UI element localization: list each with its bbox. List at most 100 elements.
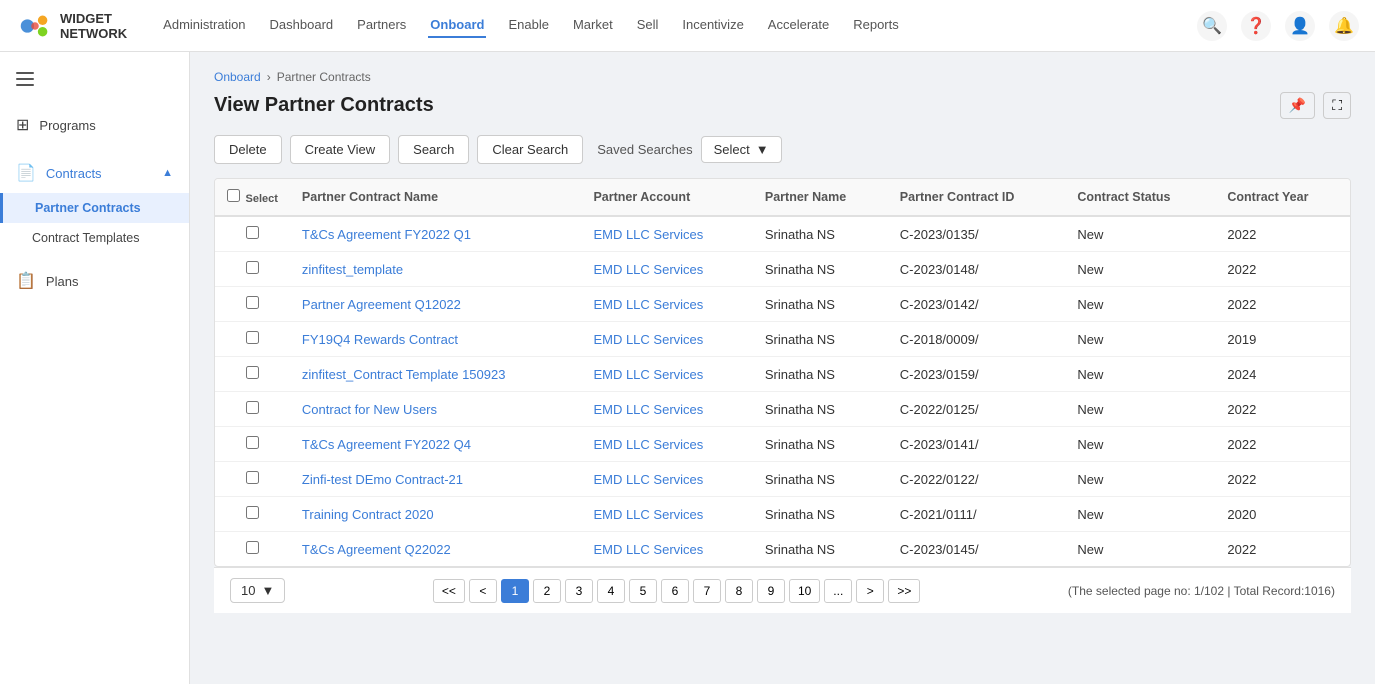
breadcrumb-separator: ›	[267, 70, 271, 84]
contract-name-link[interactable]: Contract for New Users	[302, 402, 437, 417]
search-button[interactable]: Search	[398, 135, 469, 164]
row-contract-status: New	[1065, 357, 1215, 392]
contract-name-link[interactable]: zinfitest_template	[302, 262, 403, 277]
contract-name-link[interactable]: zinfitest_Contract Template 150923	[302, 367, 506, 382]
row-checkbox-cell[interactable]	[215, 287, 290, 322]
table-row: Zinfi-test DEmo Contract-21 EMD LLC Serv…	[215, 462, 1350, 497]
page-next-button[interactable]: >	[856, 579, 884, 603]
sidebar-contract-templates-label: Contract Templates	[32, 231, 139, 245]
row-checkbox-8[interactable]	[246, 506, 259, 519]
row-checkbox-cell[interactable]	[215, 392, 290, 427]
partner-account-link[interactable]: EMD LLC Services	[593, 262, 703, 277]
row-checkbox-cell[interactable]	[215, 462, 290, 497]
pin-icon-button[interactable]: 📌	[1280, 92, 1315, 119]
contract-name-link[interactable]: Partner Agreement Q12022	[302, 297, 461, 312]
partner-account-link[interactable]: EMD LLC Services	[593, 297, 703, 312]
partner-account-link[interactable]: EMD LLC Services	[593, 542, 703, 557]
header-contract-status: Contract Status	[1065, 179, 1215, 216]
user-icon-button[interactable]: 👤	[1285, 11, 1315, 41]
row-checkbox-cell[interactable]	[215, 532, 290, 567]
page-5-button[interactable]: 5	[629, 579, 657, 603]
page-prev-button[interactable]: <	[469, 579, 497, 603]
row-contract-status: New	[1065, 392, 1215, 427]
partner-account-link[interactable]: EMD LLC Services	[593, 367, 703, 382]
page-6-button[interactable]: 6	[661, 579, 689, 603]
contract-name-link[interactable]: Training Contract 2020	[302, 507, 434, 522]
nav-reports[interactable]: Reports	[851, 13, 901, 38]
nav-incentivize[interactable]: Incentivize	[680, 13, 745, 38]
contract-name-link[interactable]: T&Cs Agreement FY2022 Q1	[302, 227, 471, 242]
page-8-button[interactable]: 8	[725, 579, 753, 603]
per-page-select[interactable]: 10 ▼	[230, 578, 285, 603]
select-all-header[interactable]: Select	[215, 179, 290, 216]
row-checkbox-cell[interactable]	[215, 322, 290, 357]
row-checkbox-cell[interactable]	[215, 252, 290, 287]
contract-name-link[interactable]: Zinfi-test DEmo Contract-21	[302, 472, 463, 487]
chevron-up-icon: ▲	[162, 167, 173, 179]
row-checkbox-5[interactable]	[246, 401, 259, 414]
nav-market[interactable]: Market	[571, 13, 615, 38]
row-checkbox-3[interactable]	[246, 331, 259, 344]
row-checkbox-6[interactable]	[246, 436, 259, 449]
notification-icon-button[interactable]: 🔔	[1329, 11, 1359, 41]
contract-name-link[interactable]: T&Cs Agreement Q22022	[302, 542, 451, 557]
select-header-label: Select	[245, 193, 277, 205]
page-1-button[interactable]: 1	[501, 579, 529, 603]
page-last-button[interactable]: >>	[888, 579, 920, 603]
partner-account-link[interactable]: EMD LLC Services	[593, 507, 703, 522]
delete-button[interactable]: Delete	[214, 135, 282, 164]
nav-onboard[interactable]: Onboard	[428, 13, 486, 38]
create-view-button[interactable]: Create View	[290, 135, 391, 164]
nav-partners[interactable]: Partners	[355, 13, 408, 38]
nav-administration[interactable]: Administration	[161, 13, 247, 38]
page-7-button[interactable]: 7	[693, 579, 721, 603]
row-checkbox-2[interactable]	[246, 296, 259, 309]
page-2-button[interactable]: 2	[533, 579, 561, 603]
row-checkbox-cell[interactable]	[215, 357, 290, 392]
sidebar-item-contracts[interactable]: 📄 Contracts ▲	[0, 153, 189, 193]
help-icon-button[interactable]: ❓	[1241, 11, 1271, 41]
row-checkbox-0[interactable]	[246, 226, 259, 239]
row-checkbox-cell[interactable]	[215, 497, 290, 532]
row-checkbox-9[interactable]	[246, 541, 259, 554]
sidebar-item-plans[interactable]: 📋 Plans	[0, 261, 189, 301]
row-contract-status: New	[1065, 427, 1215, 462]
sidebar-item-contract-templates[interactable]: Contract Templates	[0, 223, 189, 253]
row-checkbox-cell[interactable]	[215, 216, 290, 252]
nav-sell[interactable]: Sell	[635, 13, 661, 38]
sidebar-toggle[interactable]	[0, 64, 189, 97]
nav-accelerate[interactable]: Accelerate	[766, 13, 831, 38]
row-contract-year: 2022	[1215, 427, 1350, 462]
sidebar-item-programs[interactable]: ⊞ Programs	[0, 105, 189, 145]
contract-name-link[interactable]: T&Cs Agreement FY2022 Q4	[302, 437, 471, 452]
expand-icon-button[interactable]: ⛶	[1323, 92, 1351, 119]
sidebar-item-partner-contracts[interactable]: Partner Contracts	[0, 193, 189, 223]
page-10-button[interactable]: 10	[789, 579, 820, 603]
row-checkbox-1[interactable]	[246, 261, 259, 274]
nav-icon-group: 🔍 ❓ 👤 🔔	[1197, 11, 1359, 41]
row-checkbox-cell[interactable]	[215, 427, 290, 462]
breadcrumb-onboard[interactable]: Onboard	[214, 70, 261, 84]
clear-search-button[interactable]: Clear Search	[477, 135, 583, 164]
page-first-button[interactable]: <<	[433, 579, 465, 603]
logo[interactable]: WIDGETNETWORK	[16, 7, 127, 45]
select-all-checkbox[interactable]	[227, 189, 240, 202]
nav-dashboard[interactable]: Dashboard	[268, 13, 336, 38]
partner-account-link[interactable]: EMD LLC Services	[593, 227, 703, 242]
row-partner-name: Srinatha NS	[753, 532, 888, 567]
partner-account-link[interactable]: EMD LLC Services	[593, 472, 703, 487]
row-checkbox-4[interactable]	[246, 366, 259, 379]
row-checkbox-7[interactable]	[246, 471, 259, 484]
select-dropdown[interactable]: Select ▼	[701, 136, 782, 163]
search-icon-button[interactable]: 🔍	[1197, 11, 1227, 41]
partner-account-link[interactable]: EMD LLC Services	[593, 437, 703, 452]
nav-enable[interactable]: Enable	[506, 13, 550, 38]
contracts-table: Select Partner Contract Name Partner Acc…	[215, 179, 1350, 566]
partner-account-link[interactable]: EMD LLC Services	[593, 402, 703, 417]
partner-account-link[interactable]: EMD LLC Services	[593, 332, 703, 347]
page-4-button[interactable]: 4	[597, 579, 625, 603]
page-3-button[interactable]: 3	[565, 579, 593, 603]
page-9-button[interactable]: 9	[757, 579, 785, 603]
contract-name-link[interactable]: FY19Q4 Rewards Contract	[302, 332, 458, 347]
table-row: T&Cs Agreement Q22022 EMD LLC Services S…	[215, 532, 1350, 567]
